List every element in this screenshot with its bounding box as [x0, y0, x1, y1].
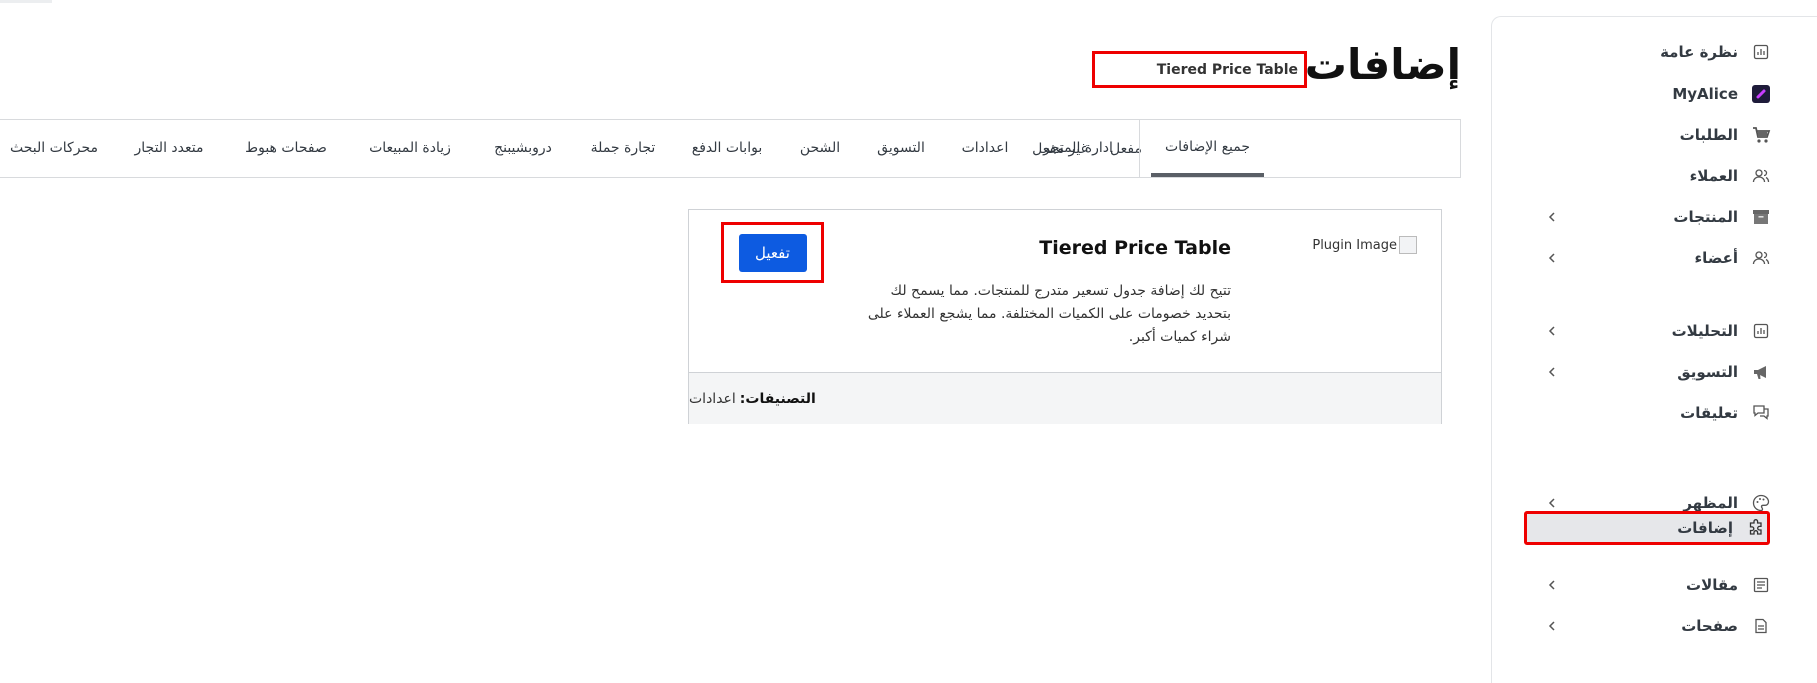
puzzle-icon: [1745, 517, 1767, 539]
page-title: إضافات: [1304, 40, 1461, 89]
chevron-left-icon: [1548, 580, 1555, 590]
sidebar-item-label: نظرة عامة: [1660, 43, 1738, 61]
chevron-left-icon: [1548, 326, 1555, 336]
tab-label: اعدادات: [961, 139, 1009, 156]
cart-icon: [1750, 124, 1772, 146]
tab-store-management[interactable]: ادارة المتجر: [1033, 119, 1123, 176]
box-icon: [1750, 206, 1772, 228]
sidebar-item-overview[interactable]: نظرة عامة: [1522, 35, 1772, 69]
analytics-icon: [1750, 320, 1772, 342]
plugin-categories: التصنيفات: اعدادات: [689, 372, 1441, 424]
tab-label: متعدد التجار: [134, 139, 204, 156]
plugin-title: Tiered Price Table: [1039, 237, 1231, 259]
chart-icon: [1750, 41, 1772, 63]
tab-all-plugins[interactable]: جميع الإضافات: [1151, 120, 1264, 177]
plugin-image: Plugin Image: [1312, 236, 1417, 254]
categories-label: التصنيفات:: [739, 390, 816, 407]
tab-label: بوابات الدفع: [691, 139, 763, 156]
categories-value: اعدادات: [689, 390, 736, 407]
comments-icon: [1750, 402, 1772, 424]
tab-label: دروبشيبنج: [494, 139, 552, 156]
sidebar-item-label: المنتجات: [1673, 208, 1738, 226]
tab-settings[interactable]: اعدادات: [950, 119, 1020, 176]
tab-label: ادارة المتجر: [1043, 139, 1113, 156]
sidebar-item-label: التحليلات: [1671, 322, 1738, 340]
sidebar-item-marketing[interactable]: التسويق: [1522, 355, 1772, 389]
sidebar-item-label: الطلبات: [1679, 126, 1738, 144]
sidebar-item-label: العملاء: [1689, 167, 1738, 185]
tab-label: تجارة جملة: [590, 139, 656, 156]
megaphone-icon: [1750, 361, 1772, 383]
tab-shipping[interactable]: الشحن: [790, 119, 850, 176]
sidebar-item-myalice[interactable]: MyAlice: [1522, 77, 1772, 111]
sidebar-item-plugins[interactable]: إضافات: [1524, 511, 1770, 545]
sidebar-item-label: مقالات: [1686, 576, 1738, 594]
sidebar-item-analytics[interactable]: التحليلات: [1522, 314, 1772, 348]
chevron-left-icon: [1548, 212, 1555, 222]
tab-label: محركات البحث: [10, 139, 98, 156]
tab-label: التسويق: [877, 139, 925, 156]
app-root: إضافات Tiered Price Table جميع الإضافات …: [0, 0, 1817, 683]
sidebar-item-orders[interactable]: الطلبات: [1522, 118, 1772, 152]
sidebar-item-label: التسويق: [1677, 363, 1738, 381]
sidebar-item-label: المظهر: [1683, 494, 1738, 512]
plugin-description: تتيح لك إضافة جدول تسعير متدرج للمنتجات.…: [867, 283, 1231, 345]
sidebar-item-label: صفحات: [1681, 617, 1738, 635]
sidebar: نظرة عامة MyAlice الطلبات العملاء المنتج…: [1491, 16, 1817, 683]
page-icon: [1750, 615, 1772, 637]
corner-decoration: [0, 0, 52, 3]
sidebar-item-customers[interactable]: العملاء: [1522, 159, 1772, 193]
activate-highlight: تفعيل: [721, 222, 824, 283]
tab-marketing[interactable]: التسويق: [866, 119, 936, 176]
chevron-left-icon: [1548, 367, 1555, 377]
chevron-left-icon: [1548, 621, 1555, 631]
tab-divider: [1139, 120, 1140, 177]
sidebar-item-comments[interactable]: تعليقات: [1522, 396, 1772, 430]
tab-landing-pages[interactable]: صفحات هبوط: [236, 119, 336, 176]
tab-upsell[interactable]: زيادة المبيعات: [360, 119, 460, 176]
tab-seo[interactable]: محركات البحث: [4, 119, 104, 176]
myalice-logo-icon: [1750, 83, 1772, 105]
plugin-card: Plugin Image Tiered Price Table تتيح لك …: [688, 209, 1442, 424]
members-icon: [1750, 247, 1772, 269]
tab-label: صفحات هبوط: [245, 139, 327, 156]
chevron-left-icon: [1548, 498, 1555, 508]
breadcrumb: Tiered Price Table: [1092, 51, 1307, 88]
broken-image-icon: [1399, 236, 1417, 254]
plugin-image-alt: Plugin Image: [1312, 237, 1397, 253]
sidebar-item-label: MyAlice: [1672, 85, 1738, 103]
sidebar-item-label: أعضاء: [1694, 249, 1738, 267]
sidebar-item-pages[interactable]: صفحات: [1522, 609, 1772, 643]
users-icon: [1750, 165, 1772, 187]
chevron-left-icon: [1548, 253, 1555, 263]
tab-label: جميع الإضافات: [1164, 138, 1251, 155]
sidebar-item-label: تعليقات: [1680, 404, 1738, 422]
tab-multi-vendor[interactable]: متعدد التجار: [124, 119, 214, 176]
sidebar-item-products[interactable]: المنتجات: [1522, 200, 1772, 234]
articles-icon: [1750, 574, 1772, 596]
tab-payment-gateways[interactable]: بوابات الدفع: [682, 119, 772, 176]
sidebar-item-members[interactable]: أعضاء: [1522, 241, 1772, 275]
activate-button[interactable]: تفعيل: [738, 233, 807, 272]
tab-dropshipping[interactable]: دروبشيبنج: [483, 119, 563, 176]
tab-label: زيادة المبيعات: [369, 139, 451, 156]
sidebar-item-label: إضافات: [1677, 519, 1733, 537]
breadcrumb-current: Tiered Price Table: [1156, 61, 1298, 78]
tab-label: الشحن: [799, 139, 841, 156]
sidebar-item-articles[interactable]: مقالات: [1522, 568, 1772, 602]
tab-wholesale[interactable]: تجارة جملة: [583, 119, 663, 176]
